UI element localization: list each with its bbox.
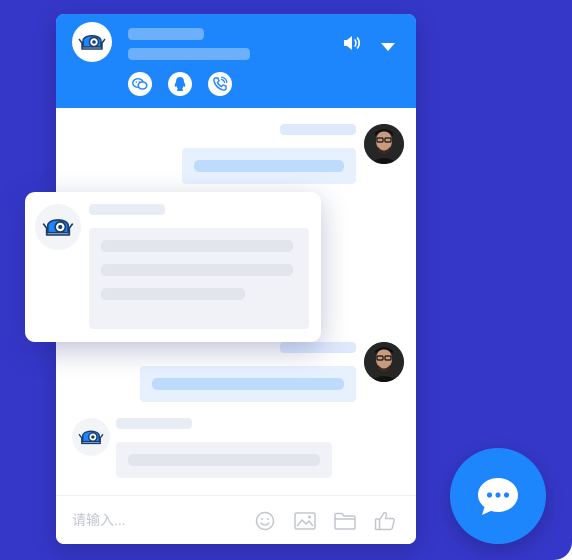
user-message-bubble	[140, 366, 356, 402]
like-button[interactable]	[374, 510, 396, 532]
highlighted-agent-message-card	[25, 192, 321, 342]
user-name-placeholder	[280, 124, 356, 135]
user-photo-icon	[364, 124, 404, 164]
file-button[interactable]	[334, 510, 356, 532]
phone-icon	[213, 76, 228, 91]
chat-launcher-button[interactable]	[450, 448, 546, 544]
user-photo-icon	[364, 342, 404, 382]
agent-avatar	[72, 418, 110, 456]
agent-name-placeholder	[116, 418, 192, 429]
wechat-button[interactable]	[128, 72, 152, 96]
agent-name-placeholder	[89, 204, 165, 215]
sound-toggle-button[interactable]	[342, 34, 362, 52]
robot-icon	[42, 219, 74, 236]
message-text-placeholder	[101, 288, 245, 300]
message-text-placeholder	[101, 240, 293, 252]
robot-icon	[78, 430, 104, 445]
image-button[interactable]	[294, 510, 316, 532]
user-avatar	[364, 124, 404, 164]
agent-status-placeholder	[128, 48, 250, 60]
qq-button[interactable]	[168, 72, 192, 96]
message-text-placeholder	[194, 160, 344, 172]
collapse-button[interactable]	[380, 39, 396, 51]
wechat-icon	[132, 77, 148, 90]
agent-avatar	[35, 204, 81, 250]
message-input[interactable]: 请输入...	[72, 511, 126, 529]
user-message-bubble	[182, 148, 356, 184]
chat-header	[56, 14, 416, 108]
message-text-placeholder	[152, 378, 344, 390]
folder-icon	[334, 512, 356, 530]
emoji-icon	[255, 511, 275, 531]
message-text-placeholder	[101, 264, 293, 276]
phone-button[interactable]	[208, 72, 232, 96]
message-text-placeholder	[128, 454, 320, 466]
agent-message-bubble	[116, 442, 332, 478]
agent-avatar	[72, 22, 112, 62]
emoji-button[interactable]	[254, 510, 276, 532]
speaker-icon	[344, 36, 361, 50]
chat-bubble-icon	[478, 478, 518, 515]
caret-down-icon	[381, 43, 395, 51]
user-avatar	[364, 342, 404, 382]
agent-name-placeholder	[128, 28, 204, 40]
robot-icon	[78, 35, 106, 50]
user-name-placeholder	[280, 342, 356, 353]
thumbs-up-icon	[374, 511, 395, 531]
image-icon	[294, 512, 316, 530]
qq-icon	[174, 77, 186, 91]
agent-message-bubble	[89, 228, 309, 329]
message-composer: 请输入...	[56, 495, 416, 544]
